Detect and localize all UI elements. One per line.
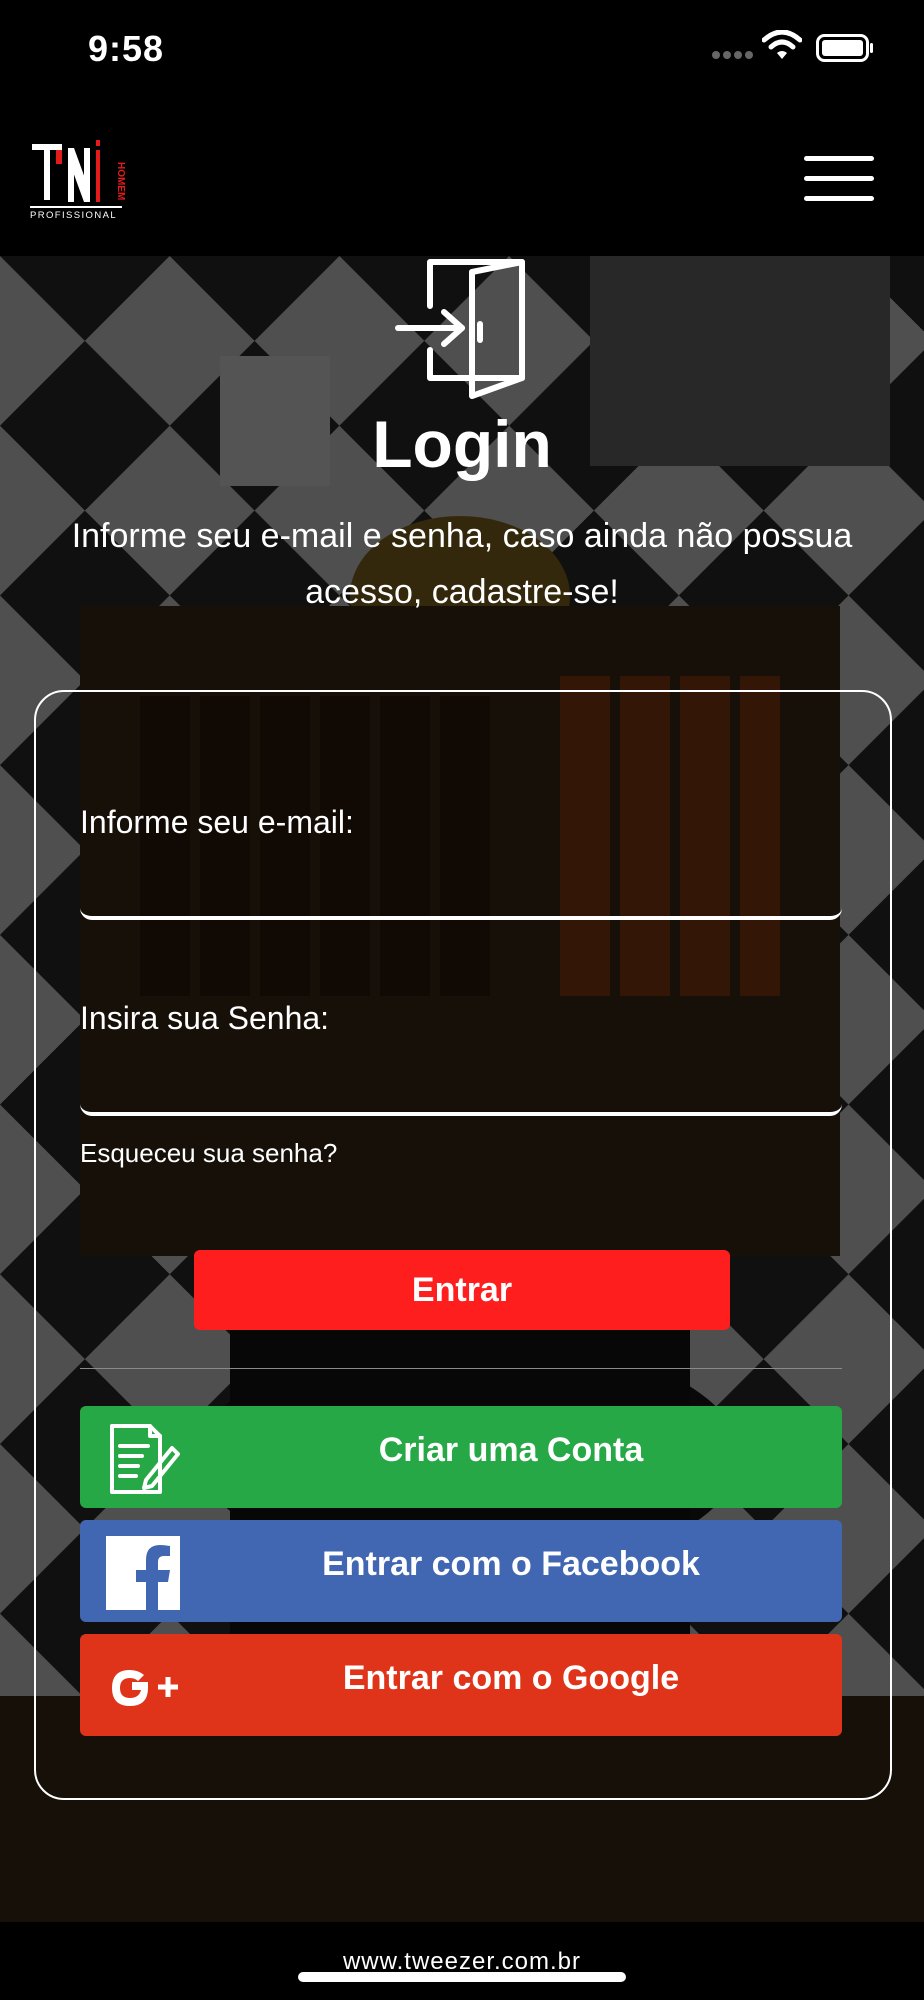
facebook-login-button[interactable]: Entrar com o Facebook (80, 1520, 842, 1622)
tn-homem-profissional-logo[interactable]: HOMEM PROFISSIONAL (30, 140, 126, 222)
document-edit-icon (106, 1422, 180, 1496)
facebook-icon (106, 1536, 180, 1610)
google-plus-icon (106, 1650, 180, 1724)
email-label: Informe seu e-mail: (80, 804, 354, 840)
create-account-button[interactable]: Criar uma Conta (80, 1406, 842, 1508)
page-subtitle: Informe seu e-mail e senha, caso ainda n… (71, 517, 853, 611)
door-enter-icon (395, 259, 525, 399)
browser-footer: www.tweezer.com.br (0, 1922, 924, 2000)
password-label: Insira sua Senha: (80, 1000, 330, 1036)
battery-icon (816, 34, 873, 62)
entrar-button[interactable]: Entrar (194, 1250, 730, 1330)
status-bar: 9:58 (0, 0, 924, 110)
phone-screen: 9:58 HOMEM PROFISSIONAL Login Informe se… (0, 0, 924, 2000)
google-login-button[interactable]: Entrar com o Google (80, 1634, 842, 1736)
status-time: 9:58 (88, 28, 165, 69)
main-content: Login Informe seu e-mail e senha, caso a… (0, 256, 924, 1922)
wifi-icon (762, 30, 802, 59)
email-field (80, 840, 842, 920)
signal-icon (712, 51, 753, 59)
svg-text:PROFISSIONAL: PROFISSIONAL (30, 210, 117, 221)
create-account-label: Criar uma Conta (378, 1430, 644, 1469)
google-login-label: Entrar com o Google (342, 1658, 680, 1697)
email-input[interactable] (80, 840, 842, 916)
page-title: Login (372, 407, 552, 481)
facebook-login-label: Entrar com o Facebook (322, 1544, 700, 1583)
divider (80, 1368, 842, 1369)
home-indicator[interactable] (298, 1972, 626, 1982)
forgot-password-link[interactable]: Esqueceu sua senha? (80, 1138, 337, 1169)
password-field (80, 1036, 842, 1116)
svg-text:HOMEM: HOMEM (115, 162, 126, 200)
hamburger-menu-icon[interactable] (796, 150, 876, 210)
app-header: HOMEM PROFISSIONAL (0, 110, 924, 256)
password-input[interactable] (80, 1036, 842, 1112)
login-card: Informe seu e-mail: Insira sua Senha: Es… (34, 690, 892, 1800)
